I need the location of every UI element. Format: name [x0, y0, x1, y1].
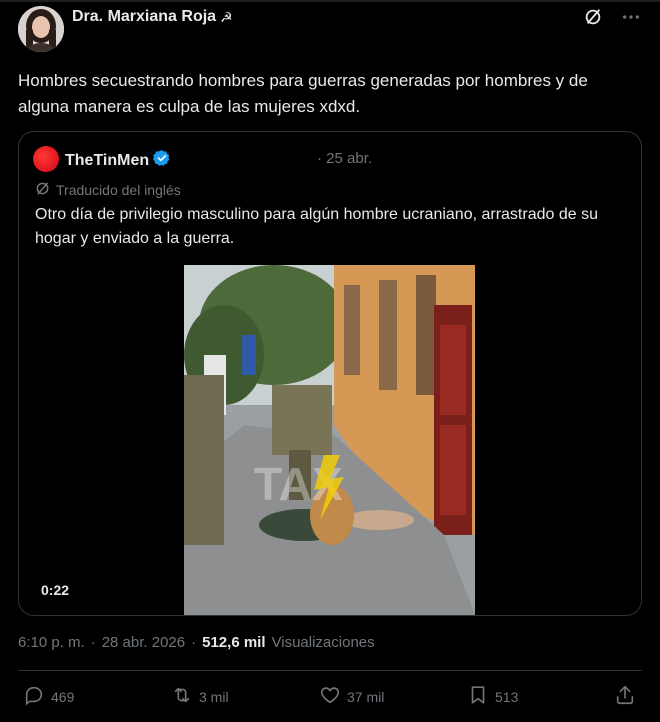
share-icon — [614, 684, 636, 709]
meta-separator: · — [191, 634, 197, 651]
author-avatar[interactable] — [18, 6, 64, 52]
bookmark-button[interactable]: 513 — [467, 684, 518, 709]
grok-icon[interactable] — [582, 6, 604, 28]
divider — [18, 670, 642, 671]
bookmark-count: 513 — [495, 688, 519, 705]
like-button[interactable]: 37 mil — [319, 684, 384, 709]
author-name[interactable]: Dra. Marxiana Roja ☭ — [72, 8, 233, 26]
like-count: 37 mil — [347, 688, 385, 705]
tweet-meta: 6:10 p. m. · 28 abr. 2026 · 512,6 mil Vi… — [18, 634, 375, 651]
more-options-icon[interactable] — [620, 6, 642, 28]
hammer-sickle-icon: ☭ — [220, 8, 233, 25]
video-duration: 0:22 — [41, 582, 70, 598]
action-bar: 469 3 mil 37 mil 513 — [0, 684, 660, 714]
top-edge — [0, 0, 660, 2]
share-button[interactable] — [614, 684, 636, 709]
tweet-date[interactable]: 28 abr. 2026 — [102, 634, 185, 651]
quote-author-avatar[interactable] — [33, 146, 59, 172]
reply-count: 469 — [51, 688, 75, 705]
quote-author-name: TheTinMen — [65, 151, 150, 169]
repost-count: 3 mil — [199, 688, 229, 705]
verified-badge-icon — [153, 149, 171, 172]
video-thumbnail[interactable]: TAX — [184, 265, 475, 615]
heart-icon — [319, 684, 341, 709]
quoted-tweet[interactable]: TheTinMen · 25 abr. Traducido del inglés… — [18, 131, 642, 616]
tweet-time[interactable]: 6:10 p. m. — [18, 634, 85, 651]
quote-author[interactable]: TheTinMen — [65, 149, 171, 172]
translated-notice: Traducido del inglés — [35, 181, 181, 199]
reply-icon — [23, 684, 45, 709]
quote-text: Otro día de privilegio masculino para al… — [35, 206, 598, 247]
reply-button[interactable]: 469 — [23, 684, 74, 709]
translated-label: Traducido del inglés — [56, 182, 181, 198]
translate-icon — [35, 181, 50, 199]
author-name-text: Dra. Marxiana Roja — [72, 8, 217, 25]
bookmark-icon — [467, 684, 489, 709]
repost-button[interactable]: 3 mil — [171, 684, 229, 709]
meta-separator: · — [90, 634, 96, 651]
views-count: 512,6 mil — [202, 634, 266, 651]
views-label: Visualizaciones — [271, 634, 375, 651]
repost-icon — [171, 684, 193, 709]
header-actions — [582, 6, 642, 28]
tweet-text: Hombres secuestrando hombres para guerra… — [18, 71, 588, 116]
quote-date[interactable]: · 25 abr. — [317, 150, 372, 167]
